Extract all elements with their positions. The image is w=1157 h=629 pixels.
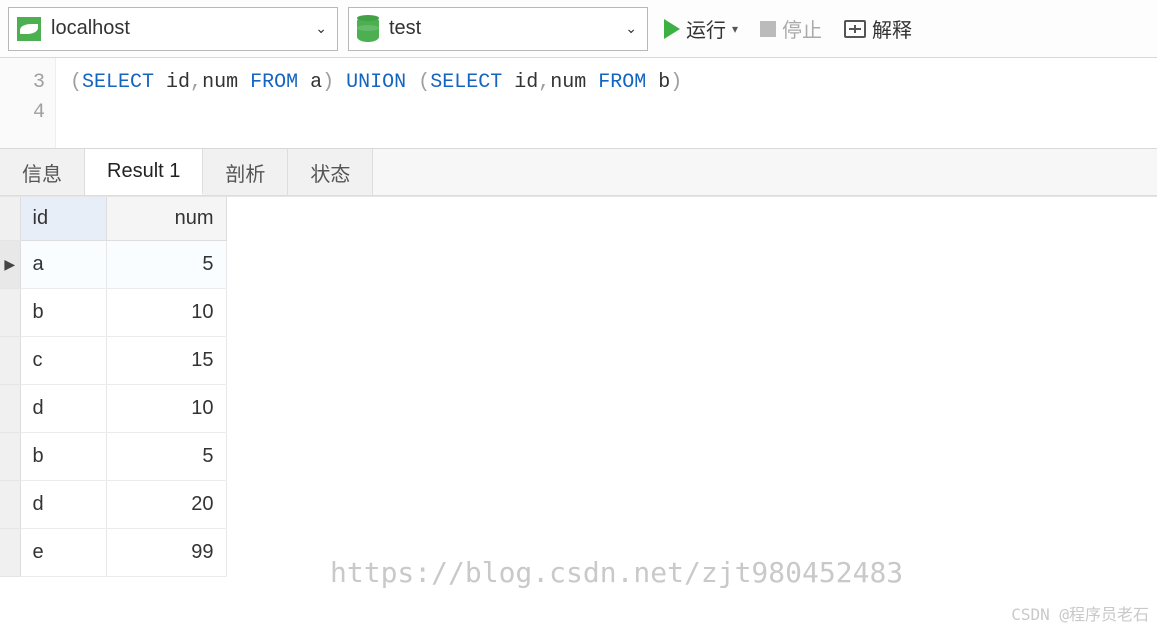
tab-result1[interactable]: Result 1 bbox=[85, 149, 203, 195]
database-dropdown[interactable]: test ⌄ bbox=[348, 7, 648, 51]
toolbar: localhost ⌄ test ⌄ 运行 ▾ 停止 解释 bbox=[0, 0, 1157, 58]
watermark-author: CSDN @程序员老石 bbox=[1011, 601, 1149, 625]
results-grid[interactable]: id num ▶ a 5 b 10 c 15 d 10 b 5 bbox=[0, 197, 227, 577]
stop-icon bbox=[760, 21, 776, 37]
connection-dropdown[interactable]: localhost ⌄ bbox=[8, 7, 338, 51]
cell-id[interactable]: e bbox=[20, 529, 106, 577]
row-gutter bbox=[0, 529, 20, 577]
row-gutter bbox=[0, 433, 20, 481]
row-gutter bbox=[0, 385, 20, 433]
cell-num[interactable]: 10 bbox=[106, 289, 226, 337]
tab-info[interactable]: 信息 bbox=[0, 149, 85, 195]
cell-id[interactable]: a bbox=[20, 241, 106, 289]
run-button[interactable]: 运行 ▾ bbox=[658, 10, 744, 47]
table-row[interactable]: d 20 bbox=[0, 481, 226, 529]
explain-button[interactable]: 解释 bbox=[838, 10, 918, 47]
cell-num[interactable]: 15 bbox=[106, 337, 226, 385]
row-gutter bbox=[0, 337, 20, 385]
run-label: 运行 bbox=[686, 14, 726, 43]
row-indicator-icon: ▶ bbox=[0, 241, 20, 289]
line-number: 4 bbox=[0, 98, 45, 128]
connection-label: localhost bbox=[51, 17, 130, 40]
row-gutter-header bbox=[0, 197, 20, 241]
stop-label: 停止 bbox=[782, 14, 822, 43]
cell-num[interactable]: 5 bbox=[106, 241, 226, 289]
table-row[interactable]: b 5 bbox=[0, 433, 226, 481]
database-icon bbox=[357, 16, 379, 42]
explain-label: 解释 bbox=[872, 14, 912, 43]
table-row[interactable]: ▶ a 5 bbox=[0, 241, 226, 289]
row-gutter bbox=[0, 289, 20, 337]
column-header-id[interactable]: id bbox=[20, 197, 106, 241]
explain-icon bbox=[844, 20, 866, 38]
cell-num[interactable]: 10 bbox=[106, 385, 226, 433]
sql-editor[interactable]: 3 4 (SELECT id,num FROM a) UNION (SELECT… bbox=[0, 58, 1157, 148]
table-row[interactable]: c 15 bbox=[0, 337, 226, 385]
column-header-num[interactable]: num bbox=[106, 197, 226, 241]
line-number: 3 bbox=[0, 68, 45, 98]
line-gutter: 3 4 bbox=[0, 58, 56, 148]
cell-id[interactable]: d bbox=[20, 481, 106, 529]
stop-button: 停止 bbox=[754, 10, 828, 47]
play-icon bbox=[664, 19, 680, 39]
table-row[interactable]: d 10 bbox=[0, 385, 226, 433]
result-tabs: 信息 Result 1 剖析 状态 bbox=[0, 148, 1157, 196]
chevron-down-icon: ⌄ bbox=[625, 20, 637, 37]
cell-id[interactable]: b bbox=[20, 433, 106, 481]
table-row[interactable]: b 10 bbox=[0, 289, 226, 337]
cell-num[interactable]: 5 bbox=[106, 433, 226, 481]
tab-status[interactable]: 状态 bbox=[288, 149, 373, 195]
table-row[interactable]: e 99 bbox=[0, 529, 226, 577]
grid-header: id num bbox=[0, 197, 226, 241]
cell-id[interactable]: c bbox=[20, 337, 106, 385]
results-panel: id num ▶ a 5 b 10 c 15 d 10 b 5 bbox=[0, 196, 1157, 577]
dolphin-icon bbox=[17, 17, 41, 41]
database-label: test bbox=[389, 17, 421, 40]
sql-code[interactable]: (SELECT id,num FROM a) UNION (SELECT id,… bbox=[56, 58, 696, 148]
chevron-down-icon: ⌄ bbox=[315, 20, 327, 37]
row-gutter bbox=[0, 481, 20, 529]
cell-id[interactable]: d bbox=[20, 385, 106, 433]
tab-profile[interactable]: 剖析 bbox=[203, 149, 288, 195]
cell-num[interactable]: 99 bbox=[106, 529, 226, 577]
dropdown-arrow-icon: ▾ bbox=[732, 22, 738, 36]
cell-id[interactable]: b bbox=[20, 289, 106, 337]
cell-num[interactable]: 20 bbox=[106, 481, 226, 529]
